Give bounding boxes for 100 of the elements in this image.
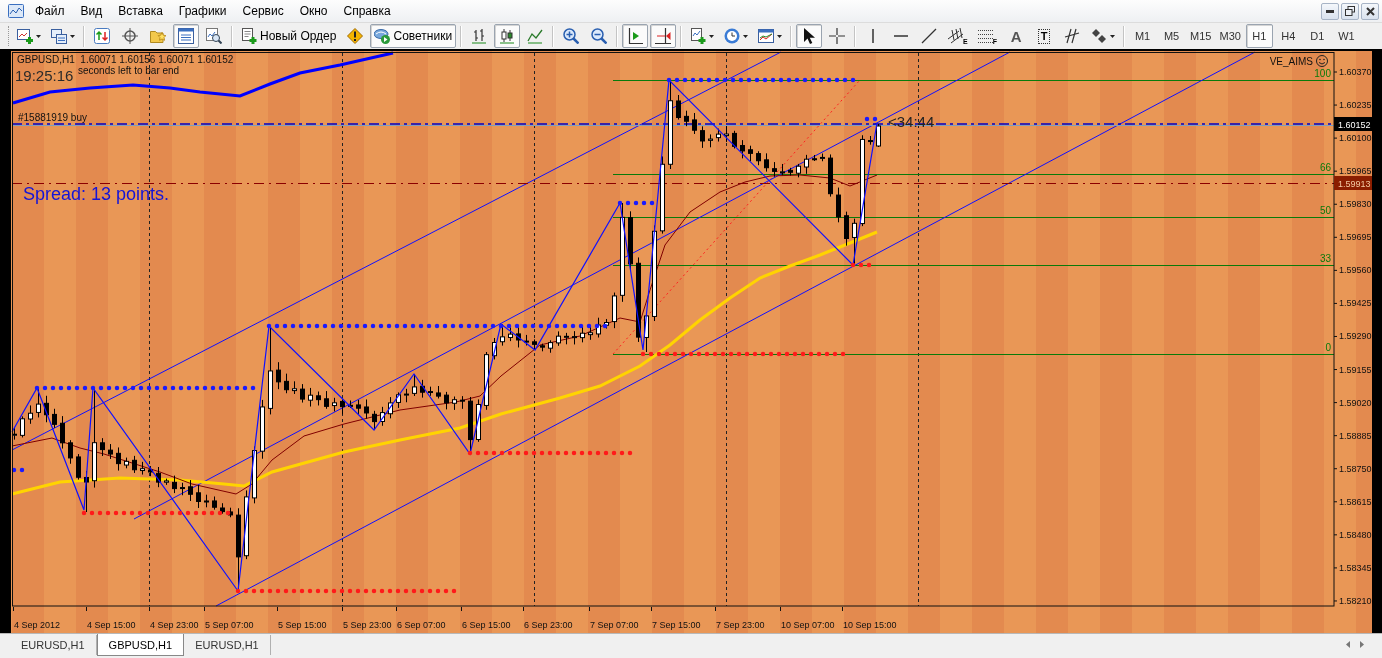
hatched-lines-icon bbox=[948, 28, 965, 44]
price-axis-label: 1.59020 bbox=[1339, 397, 1372, 408]
time-axis-label: 10 Sep 15:00 bbox=[843, 620, 897, 630]
windows-icon bbox=[51, 28, 67, 44]
time-axis-label: 7 Sep 15:00 bbox=[652, 620, 701, 630]
chart-tab[interactable]: EURUSD,H1 bbox=[10, 635, 97, 655]
price-axis-label: 1.58615 bbox=[1339, 496, 1372, 507]
symbol-quote-header: GBPUSD,H1 1.60071 1.60156 1.60071 1.60152 bbox=[17, 54, 234, 65]
scroll-left-icon[interactable] bbox=[1346, 641, 1350, 648]
warning-icon bbox=[347, 28, 364, 44]
price-tag: 1.60152 bbox=[1334, 117, 1372, 131]
axis-play-icon bbox=[627, 28, 644, 44]
menu-item[interactable]: Окно bbox=[291, 2, 336, 20]
clock-icon bbox=[724, 28, 741, 44]
crosshair-icon bbox=[829, 28, 846, 44]
autoscroll-button[interactable] bbox=[622, 24, 649, 48]
up-down-arrows-icon bbox=[94, 28, 110, 44]
chart-tab[interactable]: EURUSD,H1 bbox=[184, 635, 271, 655]
time-axis-label: 7 Sep 07:00 bbox=[590, 620, 639, 630]
close-button[interactable] bbox=[1361, 2, 1379, 20]
time-axis-label: 10 Sep 07:00 bbox=[781, 620, 835, 630]
fibonacci-level-label: 33 bbox=[1319, 253, 1331, 264]
experts-button[interactable]: Советники bbox=[370, 24, 457, 48]
menu-item[interactable]: Графики bbox=[170, 2, 235, 20]
time-axis-label: 5 Sep 23:00 bbox=[343, 620, 392, 630]
price-axis-label: 1.59425 bbox=[1339, 298, 1372, 309]
price-axis-label: 1.58885 bbox=[1339, 430, 1372, 441]
menu-item[interactable]: Вид bbox=[72, 2, 111, 20]
axis-arrow-icon bbox=[655, 28, 672, 44]
price-axis-label: 1.58210 bbox=[1339, 595, 1372, 606]
fibonacci-level-label: 66 bbox=[1319, 162, 1331, 173]
price-tag: 1.59913 bbox=[1334, 176, 1372, 190]
terminal-button[interactable] bbox=[173, 24, 199, 48]
text-label-button[interactable]: T bbox=[1031, 24, 1058, 48]
timeframe-button[interactable]: M5 bbox=[1158, 24, 1186, 48]
caret-icon bbox=[36, 34, 41, 38]
spread-label: Spread: 13 points. bbox=[23, 184, 170, 204]
menu-item[interactable]: Вставка bbox=[110, 2, 171, 20]
cursor-icon bbox=[801, 28, 818, 44]
new-order-button[interactable]: Новый Ордер bbox=[237, 24, 341, 48]
menu-item[interactable]: Справка bbox=[335, 2, 399, 20]
price-axis-label: 1.58480 bbox=[1339, 529, 1372, 540]
cap-play-icon bbox=[374, 28, 391, 44]
time-axis-label: 5 Sep 07:00 bbox=[205, 620, 254, 630]
candlestick-button[interactable] bbox=[494, 24, 521, 48]
zoom-in-icon bbox=[563, 28, 580, 44]
time-axis-label: 6 Sep 07:00 bbox=[397, 620, 446, 630]
price-axis-label: 1.58345 bbox=[1339, 562, 1372, 573]
caret-icon bbox=[1110, 34, 1116, 38]
timeframe-button[interactable]: D1 bbox=[1303, 24, 1331, 48]
time-axis-label: 6 Sep 23:00 bbox=[524, 620, 573, 630]
restore-icon bbox=[1345, 6, 1355, 16]
timeframe-button[interactable]: M1 bbox=[1129, 24, 1157, 48]
minimize-button[interactable] bbox=[1321, 2, 1339, 20]
price-axis-label: 1.59155 bbox=[1339, 364, 1372, 375]
timeframe-button[interactable]: H4 bbox=[1274, 24, 1302, 48]
time-axis-label: 4 Sep 15:00 bbox=[87, 620, 136, 630]
fractal-dotted-line bbox=[864, 116, 880, 122]
bar-countdown: seconds left to bar end bbox=[78, 65, 180, 76]
price-axis-label: 1.59560 bbox=[1339, 265, 1372, 276]
zoom-out-icon bbox=[591, 28, 608, 44]
chart-plus-icon bbox=[17, 28, 33, 44]
cursor-button[interactable] bbox=[796, 24, 823, 48]
order-label: #15881919 buy bbox=[18, 112, 87, 123]
caret-icon bbox=[743, 34, 749, 38]
scroll-right-icon[interactable] bbox=[1360, 641, 1364, 648]
line-chart-icon bbox=[527, 28, 544, 44]
chart-shift-button[interactable] bbox=[650, 24, 677, 48]
time-axis-label: 5 Sep 15:00 bbox=[278, 620, 327, 630]
price-axis-label: 1.60235 bbox=[1339, 100, 1372, 111]
chart-plus-icon bbox=[690, 28, 707, 44]
timeframe-button[interactable]: W1 bbox=[1332, 24, 1360, 48]
bar-chart-icon bbox=[471, 28, 488, 44]
timeframe-button[interactable]: M15 bbox=[1187, 24, 1215, 48]
menu-item[interactable]: Файл bbox=[27, 2, 73, 20]
folder-star-icon bbox=[150, 28, 166, 44]
document-plus-icon bbox=[241, 28, 257, 44]
time-axis-label: 4 Sep 23:00 bbox=[150, 620, 199, 630]
price-axis-label: 1.59290 bbox=[1339, 331, 1372, 342]
time-axis-label: 7 Sep 23:00 bbox=[716, 620, 765, 630]
time-axis-label: 6 Sep 15:00 bbox=[462, 620, 511, 630]
fibonacci-level-label: 100 bbox=[1314, 68, 1331, 79]
price-axis-label: 1.59965 bbox=[1339, 166, 1372, 177]
chart-tab[interactable]: GBPUSD,H1 bbox=[96, 634, 185, 656]
menu-item[interactable]: Сервис bbox=[234, 2, 292, 20]
diamond-shapes-icon bbox=[1091, 28, 1108, 44]
caret-icon bbox=[777, 34, 783, 38]
target-icon bbox=[122, 28, 138, 44]
vertical-line-icon bbox=[872, 29, 875, 43]
candlestick-icon bbox=[499, 28, 516, 44]
chart-window-icon[interactable] bbox=[8, 3, 24, 19]
price-axis-label: 1.58750 bbox=[1339, 463, 1372, 474]
fibonacci-level-label: 50 bbox=[1319, 205, 1331, 216]
price-axis-label: 1.59695 bbox=[1339, 232, 1372, 243]
text-button[interactable]: A bbox=[1003, 24, 1030, 48]
timeframe-button[interactable]: H1 bbox=[1245, 24, 1273, 48]
restore-button[interactable] bbox=[1341, 2, 1359, 20]
chart-magnifier-icon bbox=[206, 28, 222, 44]
timeframe-button[interactable]: M30 bbox=[1216, 24, 1244, 48]
hash-icon bbox=[1064, 28, 1081, 44]
